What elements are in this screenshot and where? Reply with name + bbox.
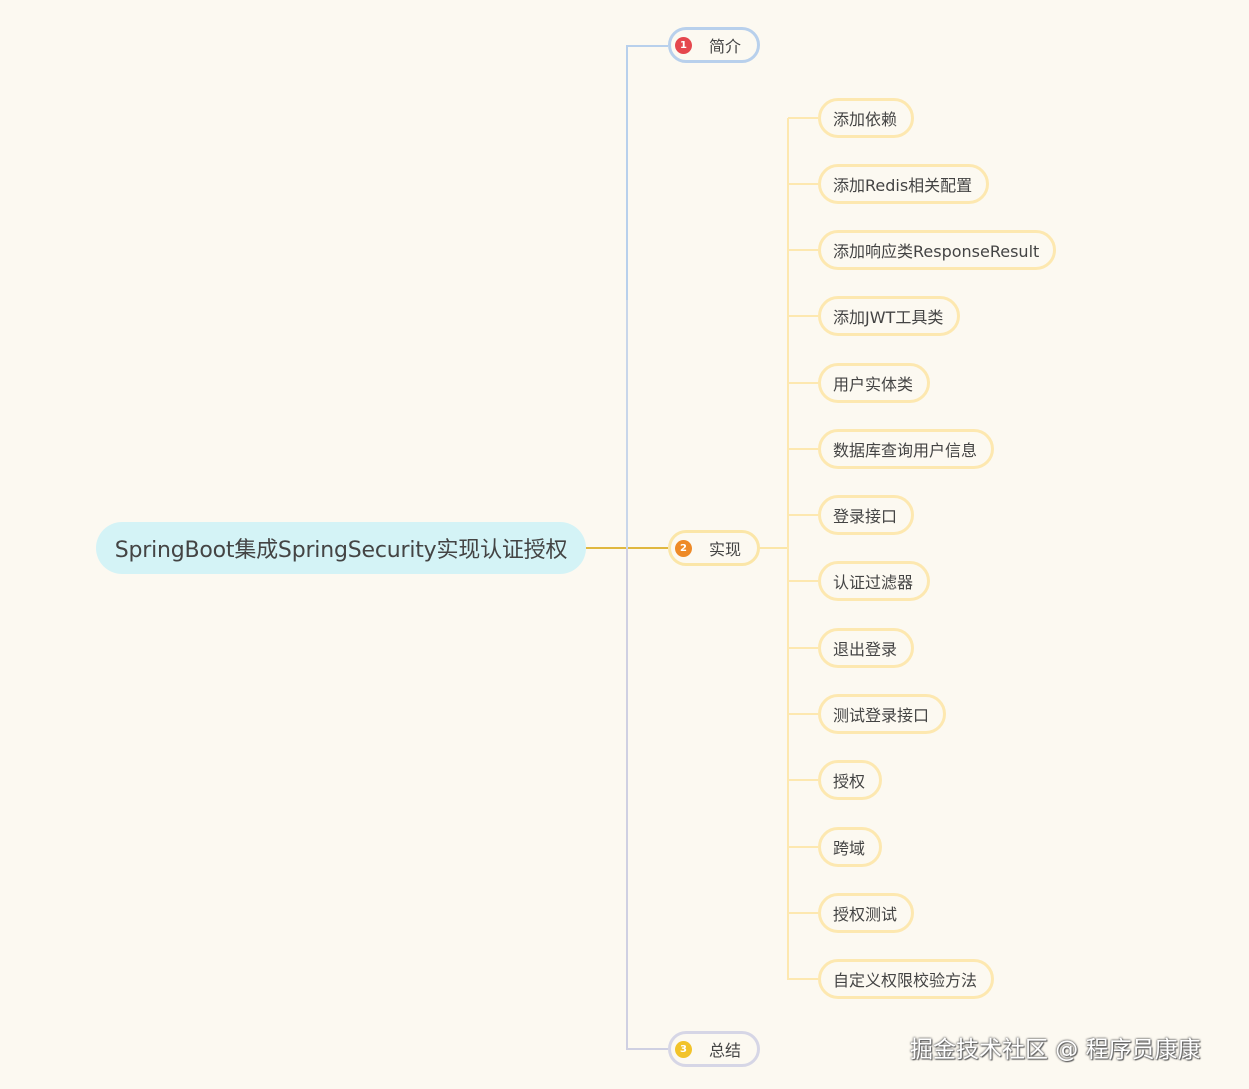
- subtopic-node[interactable]: 测试登录接口: [818, 694, 947, 734]
- subtopic-node[interactable]: 授权: [818, 760, 883, 800]
- subtopic-label: 添加JWT工具类: [833, 308, 944, 327]
- branch-label: 实现: [709, 540, 742, 559]
- subtopic-node[interactable]: 登录接口: [818, 495, 915, 535]
- branch-label: 简介: [709, 37, 742, 56]
- subtopic-label: 添加响应类ResponseResult: [833, 242, 1040, 261]
- priority-3-icon: 3: [675, 1040, 692, 1058]
- subtopic-label: 添加Redis相关配置: [833, 176, 973, 195]
- subtopic-label: 登录接口: [833, 507, 898, 526]
- subtopic-node[interactable]: 添加Redis相关配置: [818, 164, 990, 204]
- branch-topic-intro[interactable]: 1 简介: [668, 27, 760, 63]
- branch-topic-implementation[interactable]: 2 实现: [668, 530, 760, 566]
- subtopic-node[interactable]: 添加JWT工具类: [818, 296, 961, 336]
- root-topic[interactable]: SpringBoot集成SpringSecurity实现认证授权: [96, 522, 586, 574]
- subtopic-node[interactable]: 添加响应类ResponseResult: [818, 230, 1057, 270]
- subtopic-label: 退出登录: [833, 640, 898, 659]
- subtopic-label: 添加依赖: [833, 110, 898, 129]
- priority-1-icon: 1: [675, 36, 692, 54]
- subtopic-node[interactable]: 授权测试: [818, 893, 915, 933]
- subtopic-label: 自定义权限校验方法: [833, 971, 978, 990]
- subtopic-node[interactable]: 退出登录: [818, 628, 915, 668]
- subtopic-label: 用户实体类: [833, 375, 914, 394]
- branch-topic-summary[interactable]: 3 总结: [668, 1031, 760, 1067]
- watermark: 掘金技术社区 @ 程序员康康: [910, 1037, 1201, 1063]
- subtopic-label: 跨域: [833, 839, 866, 858]
- subtopic-node[interactable]: 添加依赖: [818, 98, 915, 138]
- subtopic-label: 测试登录接口: [833, 706, 930, 725]
- root-topic-label: SpringBoot集成SpringSecurity实现认证授权: [114, 538, 568, 563]
- priority-2-icon: 2: [675, 539, 692, 557]
- subtopic-label: 授权: [833, 772, 866, 791]
- subtopic-node[interactable]: 自定义权限校验方法: [818, 959, 995, 999]
- subtopic-node[interactable]: 跨域: [818, 827, 883, 867]
- subtopic-label: 认证过滤器: [833, 573, 914, 592]
- subtopic-node[interactable]: 认证过滤器: [818, 561, 931, 601]
- subtopic-node[interactable]: 用户实体类: [818, 363, 931, 403]
- subtopic-label: 授权测试: [833, 905, 898, 924]
- branch-label: 总结: [709, 1041, 742, 1060]
- subtopic-node[interactable]: 数据库查询用户信息: [818, 429, 995, 469]
- subtopic-label: 数据库查询用户信息: [833, 441, 978, 460]
